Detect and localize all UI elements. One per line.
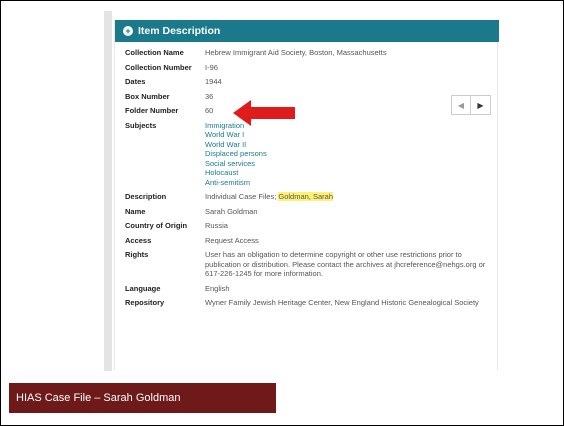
field-row-rights: Rights User has an obligation to determi… bbox=[125, 250, 495, 279]
field-value: User has an obligation to determine copy… bbox=[205, 250, 486, 278]
field-label: Box Number bbox=[125, 91, 170, 101]
subject-link-world-war-ii[interactable]: World War II bbox=[205, 140, 495, 150]
field-value: English bbox=[205, 283, 230, 293]
next-item-button[interactable]: ▶ bbox=[471, 95, 491, 115]
subject-list: Immigration World War I World War II Dis… bbox=[205, 121, 495, 188]
field-row-collection-number: Collection Number I-96 bbox=[125, 63, 495, 73]
field-value: Russia bbox=[205, 221, 228, 230]
field-label: Language bbox=[125, 283, 161, 293]
field-row-repository: Repository Wyner Family Jewish Heritage … bbox=[125, 298, 495, 308]
field-label: Collection Number bbox=[125, 62, 192, 72]
slide-caption: HIAS Case File – Sarah Goldman bbox=[9, 383, 276, 413]
subject-link-holocaust[interactable]: Holocaust bbox=[205, 168, 495, 178]
field-row-name: Name Sarah Goldman bbox=[125, 207, 495, 217]
field-label: Dates bbox=[125, 77, 146, 86]
subject-link-displaced-persons[interactable]: Displaced persons bbox=[205, 149, 495, 159]
field-row-dates: Dates 1944 bbox=[125, 77, 495, 87]
description-prefix: Individual Case Files; bbox=[205, 192, 279, 201]
field-label: Repository bbox=[125, 298, 165, 307]
subject-link-anti-semitism[interactable]: Anti-semitism bbox=[205, 178, 495, 188]
triangle-left-icon: ◀ bbox=[457, 100, 465, 110]
field-value: Wyner Family Jewish Heritage Center, New… bbox=[205, 298, 479, 307]
field-value[interactable]: Request Access bbox=[205, 236, 495, 246]
field-label: Subjects bbox=[125, 120, 157, 130]
field-row-box-number: Box Number 36 bbox=[125, 92, 495, 102]
caption-text: HIAS Case File – Sarah Goldman bbox=[16, 392, 181, 404]
field-label: Country of Origin bbox=[125, 221, 188, 230]
field-row-access: Access Request Access bbox=[125, 236, 495, 246]
field-value: Individual Case Files; Goldman, Sarah bbox=[205, 192, 495, 202]
red-arrow-left-icon bbox=[233, 100, 295, 126]
field-row-collection-name: Collection Name Hebrew Immigrant Aid Soc… bbox=[125, 48, 495, 58]
field-row-description: Description Individual Case Files; Goldm… bbox=[125, 192, 495, 202]
field-label: Description bbox=[125, 192, 167, 201]
panel-shadow-strip bbox=[104, 11, 112, 371]
field-value: 1944 bbox=[205, 77, 222, 86]
field-row-language: Language English bbox=[125, 284, 495, 294]
field-label: Rights bbox=[125, 250, 149, 259]
previous-item-button[interactable]: ◀ bbox=[451, 95, 471, 115]
field-value: I-96 bbox=[205, 62, 218, 72]
description-highlight: Goldman, Sarah bbox=[278, 192, 333, 201]
field-list: Collection Name Hebrew Immigrant Aid Soc… bbox=[125, 48, 495, 308]
panel-header[interactable]: + Item Description bbox=[115, 20, 499, 42]
subject-link-world-war-i[interactable]: World War I bbox=[205, 130, 495, 140]
field-label: Access bbox=[125, 235, 152, 245]
field-label: Folder Number bbox=[125, 106, 179, 115]
slide-frame: + Item Description Collection Name Hebre… bbox=[0, 0, 564, 426]
panel-header-title: Item Description bbox=[138, 25, 221, 37]
field-value: Sarah Goldman bbox=[205, 206, 258, 216]
field-label: Name bbox=[125, 206, 146, 216]
field-row-country-of-origin: Country of Origin Russia bbox=[125, 221, 495, 231]
field-row-subjects: Subjects Immigration World War I World W… bbox=[125, 121, 495, 188]
subject-link-social-services[interactable]: Social services bbox=[205, 159, 495, 169]
triangle-right-icon: ▶ bbox=[477, 100, 484, 110]
item-description-panel: + Item Description Collection Name Hebre… bbox=[114, 20, 499, 370]
field-row-folder-number: Folder Number 60 bbox=[125, 106, 495, 116]
field-label: Collection Name bbox=[125, 48, 184, 57]
plus-circle-icon[interactable]: + bbox=[123, 26, 133, 36]
field-value: Hebrew Immigrant Aid Society, Boston, Ma… bbox=[205, 48, 387, 57]
item-navigation: ◀ ▶ bbox=[451, 95, 491, 115]
